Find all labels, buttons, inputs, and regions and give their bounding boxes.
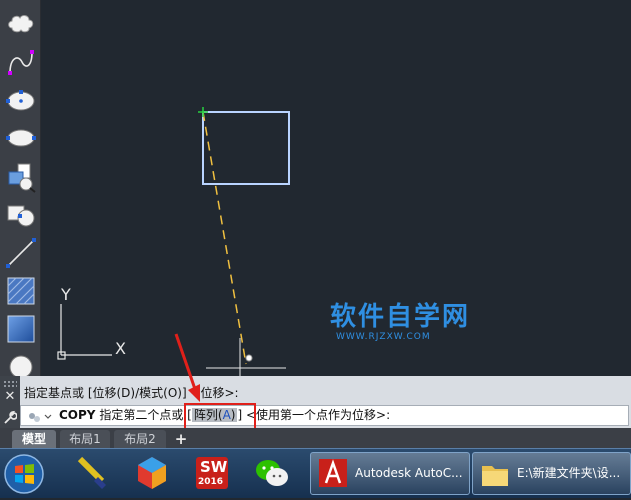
watermark-title: 软件自学网 xyxy=(330,302,471,332)
watermark-logo: 软件自学网 WWW.RJZXW.COM xyxy=(330,302,480,348)
layout-tabs: 模型 布局1 布局2 + xyxy=(0,428,631,448)
windows-taskbar: SW 2016 Autodesk AutoC... E:\新建文件夹\设... xyxy=(0,448,631,498)
solidworks-year: 2016 xyxy=(198,477,224,487)
selected-rectangle xyxy=(202,111,290,185)
option-key-paren-close: ) xyxy=(230,408,236,422)
option-array-key: A xyxy=(222,408,231,422)
tab-model[interactable]: 模型 xyxy=(12,430,56,448)
spline-tool-icon[interactable] xyxy=(4,46,38,80)
drawing-canvas[interactable]: Y X 软件自学网 WWW.RJZXW.COM xyxy=(0,0,631,379)
make-block-tool-icon[interactable] xyxy=(4,198,38,232)
cloud-tool-icon[interactable] xyxy=(4,6,38,40)
taskbar-autocad-label: Autodesk AutoC... xyxy=(355,466,463,480)
tab-layout1[interactable]: 布局1 xyxy=(60,430,110,448)
option-array-label: 阵列 xyxy=(193,408,218,422)
wechat-icon[interactable] xyxy=(252,453,292,493)
command-line-grip[interactable]: ✕ xyxy=(0,376,20,428)
crosshair-cursor xyxy=(206,338,286,376)
tab-layout2[interactable]: 布局2 xyxy=(114,430,166,448)
3d-app-icon[interactable] xyxy=(132,453,172,493)
ucs-icon xyxy=(57,304,112,360)
ucs-y-label: Y xyxy=(61,285,71,304)
watermark-url: WWW.RJZXW.COM xyxy=(336,332,431,342)
command-input[interactable]: COPY 指定第二个点或 [阵列(A)] <使用第一个点作为位移>: xyxy=(20,405,629,426)
taskbar-explorer-label: E:\新建文件夹\设... xyxy=(517,466,621,480)
command-name: COPY xyxy=(59,408,96,422)
folder-icon xyxy=(479,458,511,490)
close-icon[interactable]: ✕ xyxy=(4,390,16,404)
command-default: <使用第一个点作为位移>: xyxy=(245,408,391,422)
add-layout-button[interactable]: + xyxy=(172,431,190,447)
taskbar-autocad-button[interactable]: Autodesk AutoC... xyxy=(310,452,470,495)
draw-toolbar xyxy=(0,0,41,379)
line-tool-icon[interactable] xyxy=(4,236,38,270)
command-options-icon[interactable] xyxy=(26,409,52,423)
gradient-tool-icon[interactable] xyxy=(4,312,38,346)
command-prompt-text: 指定第二个点或 xyxy=(99,408,184,422)
command-line-panel: ✕ 指定基点或 [位移(D)/模式(O)] <位移>: COPY 指定第二个点或… xyxy=(0,376,631,428)
option-array[interactable]: 阵列(A) xyxy=(191,408,238,422)
option-bracket-close: ] xyxy=(237,408,243,422)
wrench-icon[interactable] xyxy=(3,409,18,425)
taskbar-explorer-button[interactable]: E:\新建文件夹\设... xyxy=(472,452,631,495)
ucs-x-label: X xyxy=(115,339,126,358)
windows-start-button[interactable] xyxy=(2,452,46,496)
rubber-band-line xyxy=(202,111,247,365)
base-point-marker xyxy=(198,107,208,117)
ellipse-center-tool-icon[interactable] xyxy=(4,84,38,118)
solidworks-2016-icon[interactable]: SW 2016 xyxy=(192,453,232,493)
command-prompt: COPY 指定第二个点或 [阵列(A)] <使用第一个点作为位移>: xyxy=(59,406,390,425)
command-history: 指定基点或 [位移(D)/模式(O)] <位移>: xyxy=(24,386,239,400)
autocad-icon xyxy=(317,457,349,489)
ellipse-tool-icon[interactable] xyxy=(4,122,38,156)
insert-block-tool-icon[interactable] xyxy=(4,160,38,194)
paint-brush-app-icon[interactable] xyxy=(72,453,112,493)
hatch-tool-icon[interactable] xyxy=(4,274,38,308)
solidworks-label: SW xyxy=(200,458,228,476)
